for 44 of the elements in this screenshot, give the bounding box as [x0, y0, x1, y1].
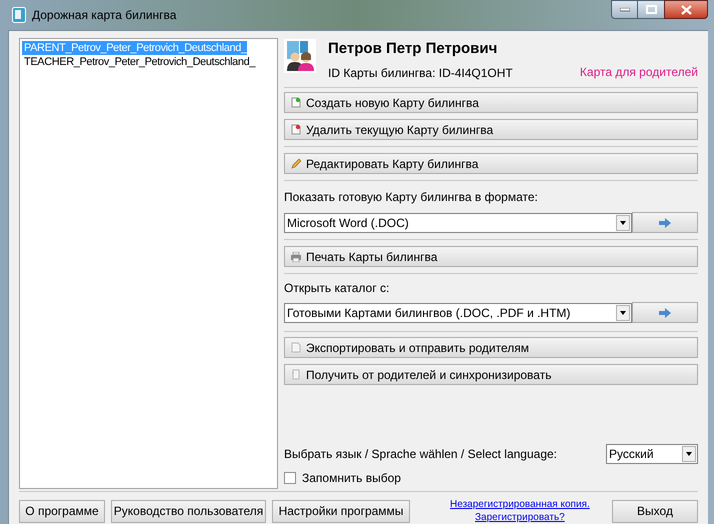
print-button[interactable]: Печать Карты билингва — [284, 246, 698, 267]
arrow-right-icon — [659, 308, 671, 318]
list-item[interactable]: TEACHER_Petrov_Peter_Petrovich_Deutschland_ — [22, 55, 256, 69]
card-id: ID Карты билингва: ID-4I4Q1OHT — [328, 65, 513, 82]
exit-button[interactable]: Выход — [612, 500, 698, 522]
document-delete-icon — [291, 124, 301, 135]
export-button[interactable]: Экспортировать и отправить родителям — [284, 337, 698, 358]
footer-button[interactable]: О программе — [19, 500, 105, 522]
language-label: Выбрать язык / Sprache wählen / Select language: — [284, 446, 558, 463]
minimize-button[interactable] — [611, 0, 638, 19]
show-button[interactable] — [632, 212, 698, 233]
remember-checkbox[interactable] — [284, 472, 296, 484]
app-icon — [12, 7, 26, 23]
close-icon — [680, 4, 692, 14]
catalog-label: Открыть каталог с: — [284, 280, 390, 297]
footer-button[interactable]: Настройки программы — [272, 500, 410, 522]
edit-card-button[interactable]: Редактировать Карту билингва — [284, 153, 698, 174]
printer-icon — [291, 252, 301, 262]
maximize-icon — [646, 5, 656, 14]
remember-label: Запомнить выбор — [302, 470, 401, 487]
card-type: Карта для родителей — [580, 64, 698, 81]
register-link[interactable]: Незарегистрированная копия. — [450, 498, 590, 511]
document-icon — [291, 342, 301, 353]
card-list[interactable]: PARENT_Petrov_Peter_Petrovich_Deutschland_ TEACHER_Petrov_Peter_Petrovich_Deutschland_ — [19, 38, 278, 489]
delete-card-button[interactable]: Удалить текущую Карту билингва — [284, 119, 698, 140]
arrow-right-icon — [659, 218, 671, 228]
create-card-button[interactable]: Создать новую Карту билингва — [284, 92, 698, 113]
family-icon — [284, 39, 316, 73]
document-icon — [291, 369, 301, 380]
document-add-icon — [291, 97, 301, 108]
close-button[interactable] — [664, 0, 708, 19]
format-label: Показать готовую Карту билингва в формате: — [284, 189, 539, 206]
register-link[interactable]: Зарегистрировать? — [475, 511, 565, 524]
person-name: Петров Петр Петрович — [328, 40, 498, 58]
catalog-dropdown[interactable]: Готовыми Картами билингвов (.DOC, .PDF и .HTM) — [284, 302, 632, 322]
open-catalog-button[interactable] — [632, 302, 698, 323]
maximize-button[interactable] — [638, 0, 664, 19]
format-dropdown[interactable]: Microsoft Word (.DOC) — [284, 212, 632, 232]
pencil-icon — [291, 158, 301, 169]
footer-button[interactable]: Руководство пользователя — [111, 500, 266, 522]
language-dropdown[interactable]: Русский — [606, 444, 698, 464]
sync-button[interactable]: Получить от родителей и синхронизировать — [284, 364, 698, 385]
minimize-icon — [620, 8, 630, 12]
window-title: Дорожная карта билингва — [32, 7, 176, 24]
